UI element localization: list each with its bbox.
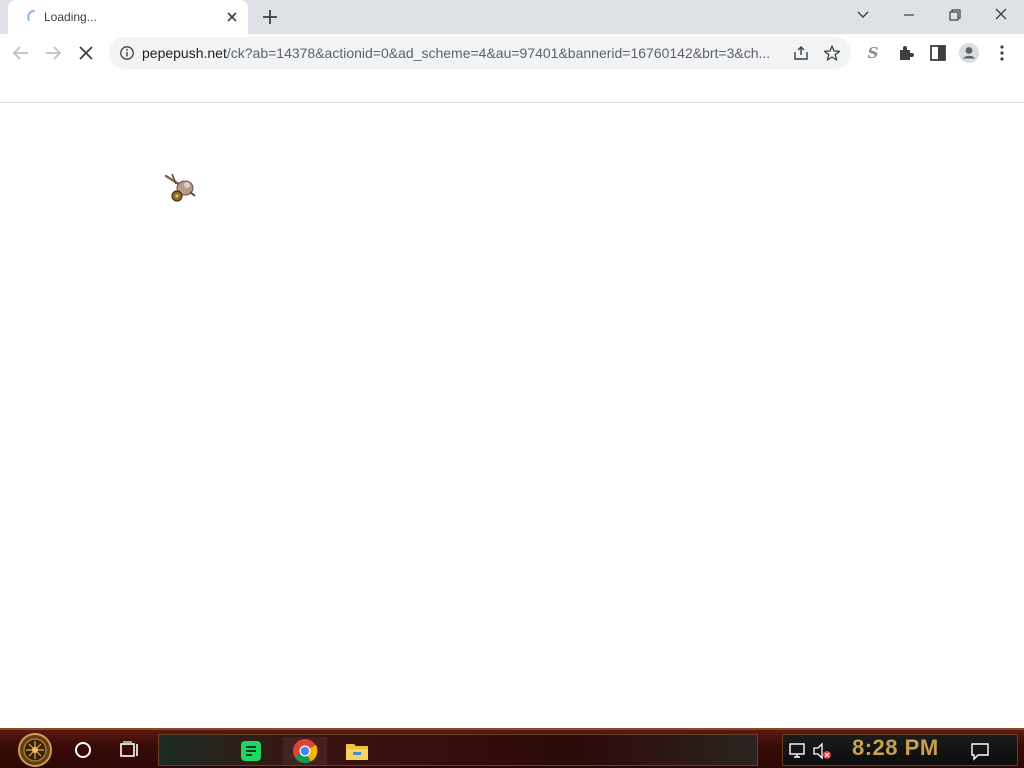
share-icon[interactable] — [792, 44, 810, 62]
site-info-icon[interactable] — [119, 45, 135, 61]
tab-strip: Loading... — [0, 0, 1024, 34]
page-content — [0, 104, 1024, 728]
tab-title: Loading... — [44, 10, 97, 24]
new-tab-icon[interactable] — [259, 6, 281, 28]
url-path: /ck?ab=14378&actionid=0&ad_scheme=4&au=9… — [226, 45, 771, 61]
bookmark-star-icon[interactable] — [823, 44, 841, 62]
notification-icon[interactable] — [969, 740, 991, 762]
taskbar-clock[interactable]: 8:28 PM — [852, 735, 939, 761]
file-explorer-icon — [346, 744, 368, 760]
volume-muted-icon[interactable] — [811, 741, 833, 761]
url-host: pepepush.net — [142, 45, 227, 61]
svg-text:S: S — [868, 44, 879, 62]
minimize-icon[interactable] — [897, 4, 921, 26]
network-icon[interactable] — [787, 741, 809, 761]
profile-icon[interactable] — [958, 42, 980, 64]
search-circle-icon[interactable] — [71, 738, 95, 762]
url-text[interactable]: pepepush.net/ck?ab=14378&actionid=0&ad_s… — [142, 45, 787, 61]
address-bar[interactable]: pepepush.net/ck?ab=14378&actionid=0&ad_s… — [109, 37, 851, 69]
steampunk-cursor-icon — [164, 173, 196, 202]
tab-loading[interactable]: Loading... — [8, 0, 248, 34]
task-view-icon[interactable] — [118, 738, 142, 762]
extension-s-icon[interactable]: S — [862, 42, 884, 64]
start-button-icon[interactable] — [10, 732, 60, 768]
tab-close-icon[interactable] — [224, 9, 240, 25]
notes-app-icon — [241, 741, 261, 761]
chrome-button[interactable] — [283, 737, 327, 765]
browser-toolbar: pepepush.net/ck?ab=14378&actionid=0&ad_s… — [0, 34, 1024, 72]
bookmark-bar — [0, 72, 1024, 103]
loading-spinner-icon — [27, 10, 35, 21]
file-explorer-button[interactable] — [335, 737, 379, 765]
forward-arrow-icon[interactable] — [42, 42, 64, 64]
chrome-icon — [293, 739, 318, 764]
close-icon[interactable] — [989, 4, 1013, 26]
restore-icon[interactable] — [943, 4, 967, 26]
tab-search-icon[interactable] — [851, 4, 875, 26]
notes-app-button[interactable] — [229, 737, 273, 765]
stop-loading-icon[interactable] — [75, 42, 97, 64]
menu-icon[interactable] — [991, 42, 1013, 64]
side-panel-icon[interactable] — [927, 42, 949, 64]
extensions-puzzle-icon[interactable] — [895, 42, 917, 64]
back-arrow-icon[interactable] — [10, 42, 32, 64]
taskbar-apps — [158, 734, 758, 766]
